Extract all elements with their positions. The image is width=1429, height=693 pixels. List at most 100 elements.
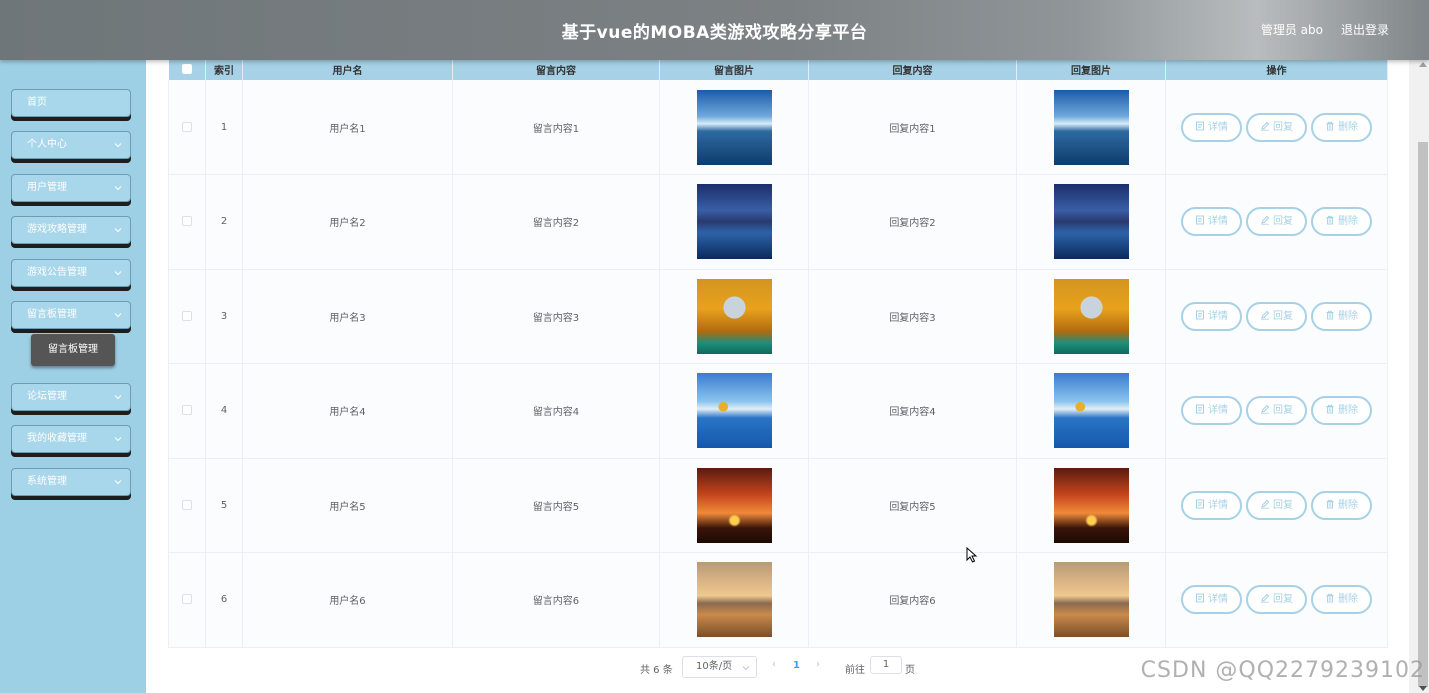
row-select-cell[interactable] xyxy=(168,80,206,175)
edit-icon xyxy=(1260,216,1273,227)
row-checkbox[interactable] xyxy=(182,594,192,605)
main-content: 索引 用户名 留言内容 留言图片 回复内容 回复图片 操作 1 用户名1 留言内容1… xyxy=(146,52,1409,693)
reply-image-cell xyxy=(1016,80,1166,175)
message-image[interactable] xyxy=(696,184,772,260)
document-icon xyxy=(1195,404,1208,416)
row-select-cell[interactable] xyxy=(168,363,206,459)
content-cell: 留言内容2 xyxy=(452,174,660,270)
username-cell: 用户名1 xyxy=(242,80,453,175)
row-select-cell[interactable] xyxy=(168,174,206,270)
select-all-checkbox[interactable] xyxy=(181,64,192,74)
sidebar-item-messageboard[interactable]: 留言板管理 xyxy=(11,301,131,329)
message-image[interactable] xyxy=(696,278,772,354)
row-checkbox[interactable] xyxy=(182,310,192,321)
row-select-cell[interactable] xyxy=(168,458,206,553)
detail-button[interactable]: 详情 xyxy=(1181,396,1242,426)
sidebar-item-announcements[interactable]: 游戏公告管理 xyxy=(11,259,131,287)
row-select-cell[interactable] xyxy=(168,552,206,648)
detail-button[interactable]: 详情 xyxy=(1181,301,1242,331)
reply-button[interactable]: 回复 xyxy=(1246,207,1307,237)
detail-button[interactable]: 详情 xyxy=(1181,112,1242,142)
top-header: 基于vue的MOBA类游戏攻略分享平台 管理员 abo 退出登录 xyxy=(0,0,1429,60)
delete-button[interactable]: 删除 xyxy=(1311,490,1372,520)
sidebar-item-forum[interactable]: 论坛管理 xyxy=(11,383,131,411)
prev-page-button[interactable]: ‹ xyxy=(772,659,776,670)
username-cell: 用户名2 xyxy=(242,174,453,270)
page-number[interactable]: 1 xyxy=(793,660,800,671)
sidebar-item-home[interactable]: 首页 xyxy=(11,89,131,117)
content-cell: 留言内容5 xyxy=(452,458,660,553)
index-cell: 3 xyxy=(205,269,243,364)
reply-cell: 回复内容6 xyxy=(808,552,1017,648)
reply-image[interactable] xyxy=(1053,184,1129,260)
content-cell: 留言内容4 xyxy=(452,363,660,459)
reply-button[interactable]: 回复 xyxy=(1246,490,1307,520)
reply-cell: 回复内容3 xyxy=(808,269,1017,364)
actions-cell: 详情 回复 删除 xyxy=(1165,174,1388,270)
detail-button[interactable]: 详情 xyxy=(1181,490,1242,520)
scroll-up-arrow[interactable] xyxy=(1419,62,1427,67)
sidebar-item-label: 个人中心 xyxy=(27,139,67,150)
row-checkbox[interactable] xyxy=(182,121,192,132)
reply-label: 回复 xyxy=(1273,499,1293,511)
message-image[interactable] xyxy=(696,562,772,638)
delete-button[interactable]: 删除 xyxy=(1311,112,1372,142)
reply-label: 回复 xyxy=(1273,310,1293,322)
chevron-down-icon xyxy=(742,666,750,671)
delete-button[interactable]: 删除 xyxy=(1311,301,1372,331)
reply-button[interactable]: 回复 xyxy=(1246,301,1307,331)
sidebar-item-label: 系统管理 xyxy=(27,476,67,487)
message-image[interactable] xyxy=(696,89,772,165)
detail-button[interactable]: 详情 xyxy=(1181,207,1242,237)
reply-image-cell xyxy=(1016,269,1166,364)
sidebar-item-system[interactable]: 系统管理 xyxy=(11,468,131,496)
actions-cell: 详情 回复 删除 xyxy=(1165,458,1388,553)
document-icon xyxy=(1195,499,1208,511)
document-icon xyxy=(1195,215,1208,227)
message-image[interactable] xyxy=(696,373,772,449)
reply-image[interactable] xyxy=(1053,467,1129,543)
page-size-select[interactable]: 10条/页 xyxy=(682,656,757,678)
sidebar-item-favorites[interactable]: 我的收藏管理 xyxy=(11,425,131,453)
next-page-button[interactable]: › xyxy=(816,659,820,670)
chevron-down-icon xyxy=(114,437,122,442)
page-scrollbar[interactable] xyxy=(1409,60,1429,693)
username-cell: 用户名6 xyxy=(242,552,453,648)
row-checkbox[interactable] xyxy=(182,499,192,510)
reply-button[interactable]: 回复 xyxy=(1246,585,1307,615)
sidebar-item-profile[interactable]: 个人中心 xyxy=(11,131,131,159)
trash-icon xyxy=(1325,594,1338,605)
delete-button[interactable]: 删除 xyxy=(1311,396,1372,426)
reply-image[interactable] xyxy=(1053,373,1129,449)
message-table: 索引 用户名 留言内容 留言图片 回复内容 回复图片 操作 1 用户名1 留言内容1… xyxy=(168,52,1388,648)
goto-page-input[interactable]: 1 xyxy=(870,656,902,674)
message-image[interactable] xyxy=(696,467,772,543)
logout-link[interactable]: 退出登录 xyxy=(1341,21,1389,38)
document-icon xyxy=(1195,593,1208,605)
scrollbar-thumb[interactable] xyxy=(1418,142,1428,687)
submenu-item-messageboard[interactable]: 留言板管理 xyxy=(31,334,115,366)
sidebar-item-users[interactable]: 用户管理 xyxy=(11,174,131,202)
reply-image[interactable] xyxy=(1053,278,1129,354)
detail-button[interactable]: 详情 xyxy=(1181,585,1242,615)
detail-label: 详情 xyxy=(1208,310,1228,322)
sidebar-item-label: 游戏公告管理 xyxy=(27,267,87,278)
reply-image[interactable] xyxy=(1053,89,1129,165)
scroll-down-arrow[interactable] xyxy=(1419,686,1427,691)
chevron-down-icon xyxy=(114,480,122,485)
reply-button[interactable]: 回复 xyxy=(1246,112,1307,142)
delete-label: 删除 xyxy=(1338,216,1358,228)
sidebar-item-guides[interactable]: 游戏攻略管理 xyxy=(11,216,131,244)
delete-button[interactable]: 删除 xyxy=(1311,207,1372,237)
reply-image[interactable] xyxy=(1053,562,1129,638)
username-cell: 用户名3 xyxy=(242,269,453,364)
row-select-cell[interactable] xyxy=(168,269,206,364)
message-image-cell xyxy=(659,80,809,175)
detail-label: 详情 xyxy=(1208,405,1228,417)
row-checkbox[interactable] xyxy=(182,216,192,227)
reply-image-cell xyxy=(1016,552,1166,648)
delete-button[interactable]: 删除 xyxy=(1311,585,1372,615)
reply-button[interactable]: 回复 xyxy=(1246,396,1307,426)
trash-icon xyxy=(1325,310,1338,322)
row-checkbox[interactable] xyxy=(182,405,192,416)
